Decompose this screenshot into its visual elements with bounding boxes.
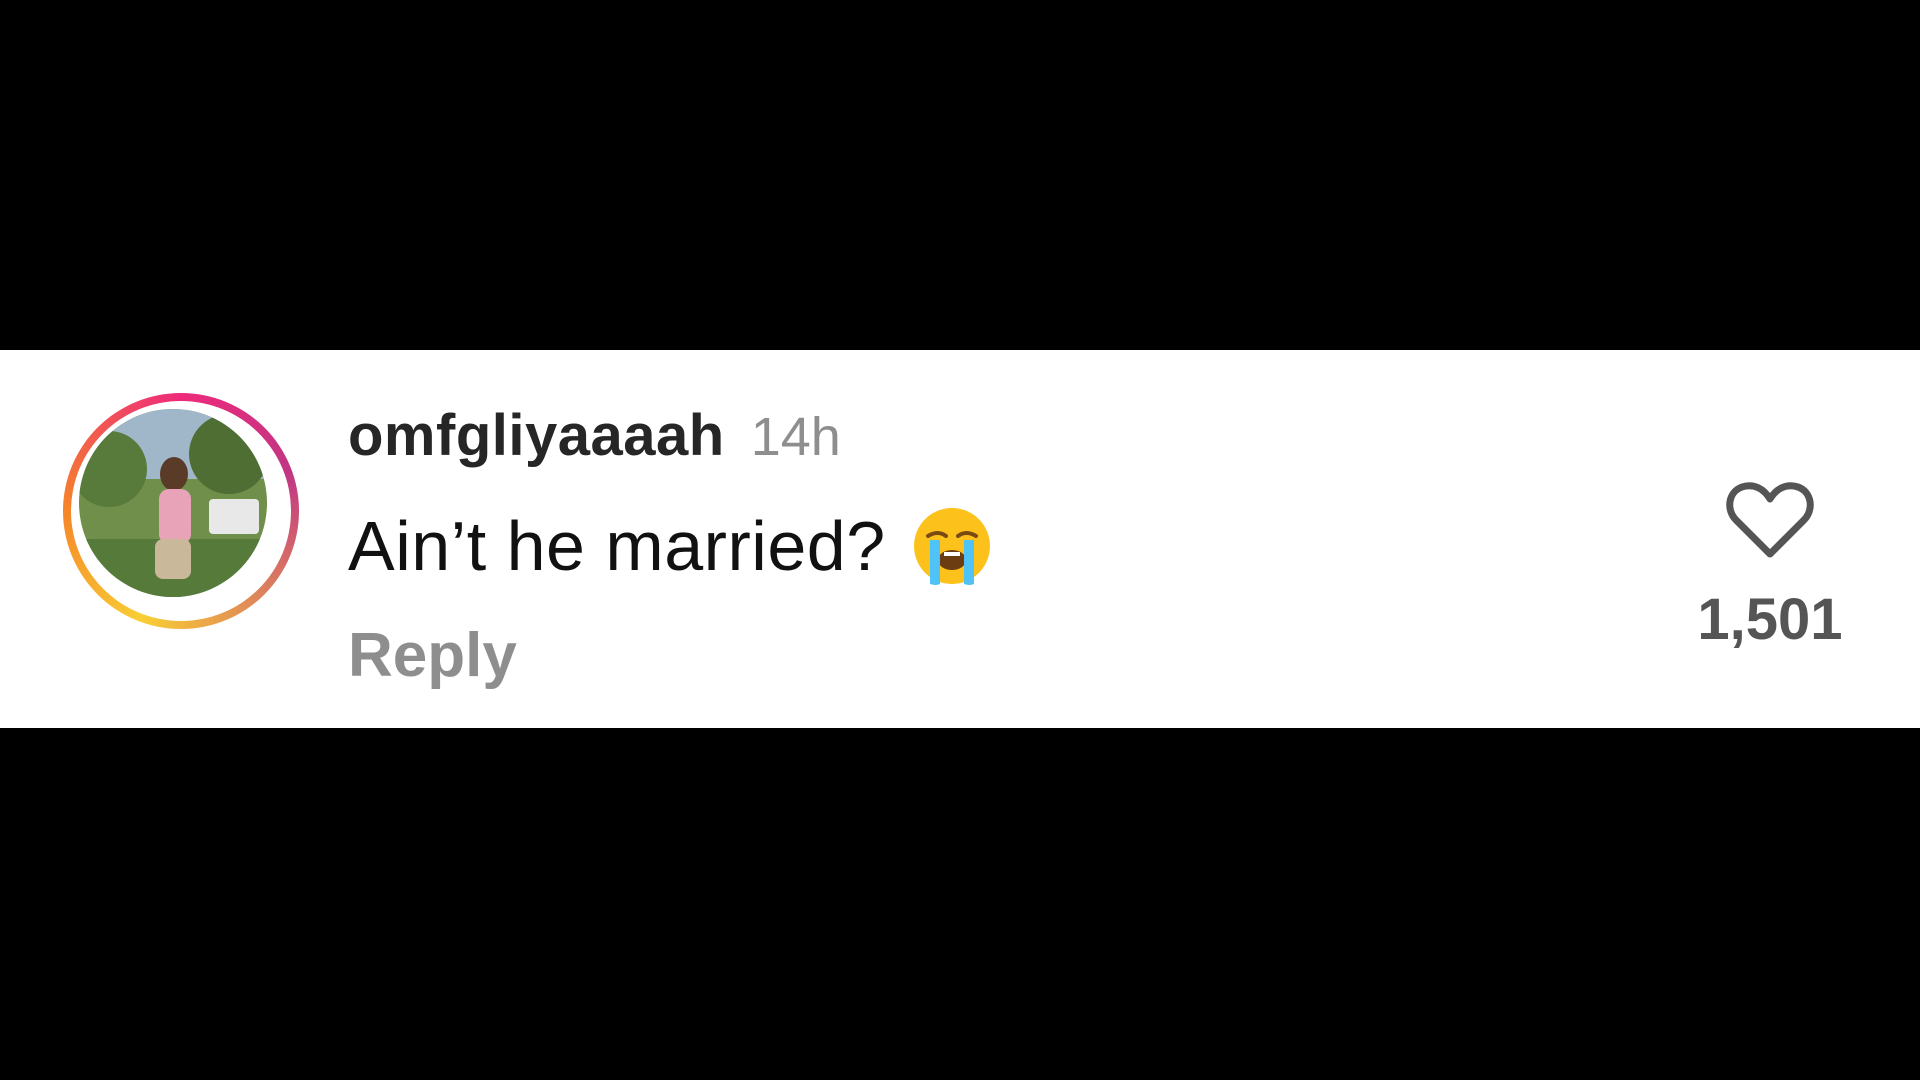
bottom-black-band bbox=[0, 728, 1920, 1080]
comment-text: Ain’t he married? bbox=[348, 507, 886, 585]
avatar[interactable] bbox=[79, 409, 267, 597]
loudly-crying-face-emoji-icon bbox=[913, 508, 990, 585]
username-link[interactable]: omfgliyaaaah bbox=[348, 402, 725, 469]
heart-icon[interactable] bbox=[1726, 480, 1814, 560]
like-count: 1,501 bbox=[1697, 587, 1843, 652]
comment-text-row: Ain’t he married? bbox=[348, 506, 994, 586]
avatar-photo bbox=[79, 409, 267, 597]
timestamp: 14h bbox=[750, 407, 841, 467]
reply-button[interactable]: Reply bbox=[348, 620, 994, 691]
comment-body: omfgliyaaaah 14h Ain’t he married? Reply bbox=[348, 402, 994, 691]
like-area: 1,501 bbox=[1690, 480, 1850, 653]
top-black-band bbox=[0, 0, 1920, 350]
comment-meta: omfgliyaaaah 14h bbox=[348, 402, 994, 469]
avatar-story-ring[interactable] bbox=[63, 393, 299, 629]
comment-card: omfgliyaaaah 14h Ain’t he married? Reply… bbox=[0, 350, 1920, 728]
